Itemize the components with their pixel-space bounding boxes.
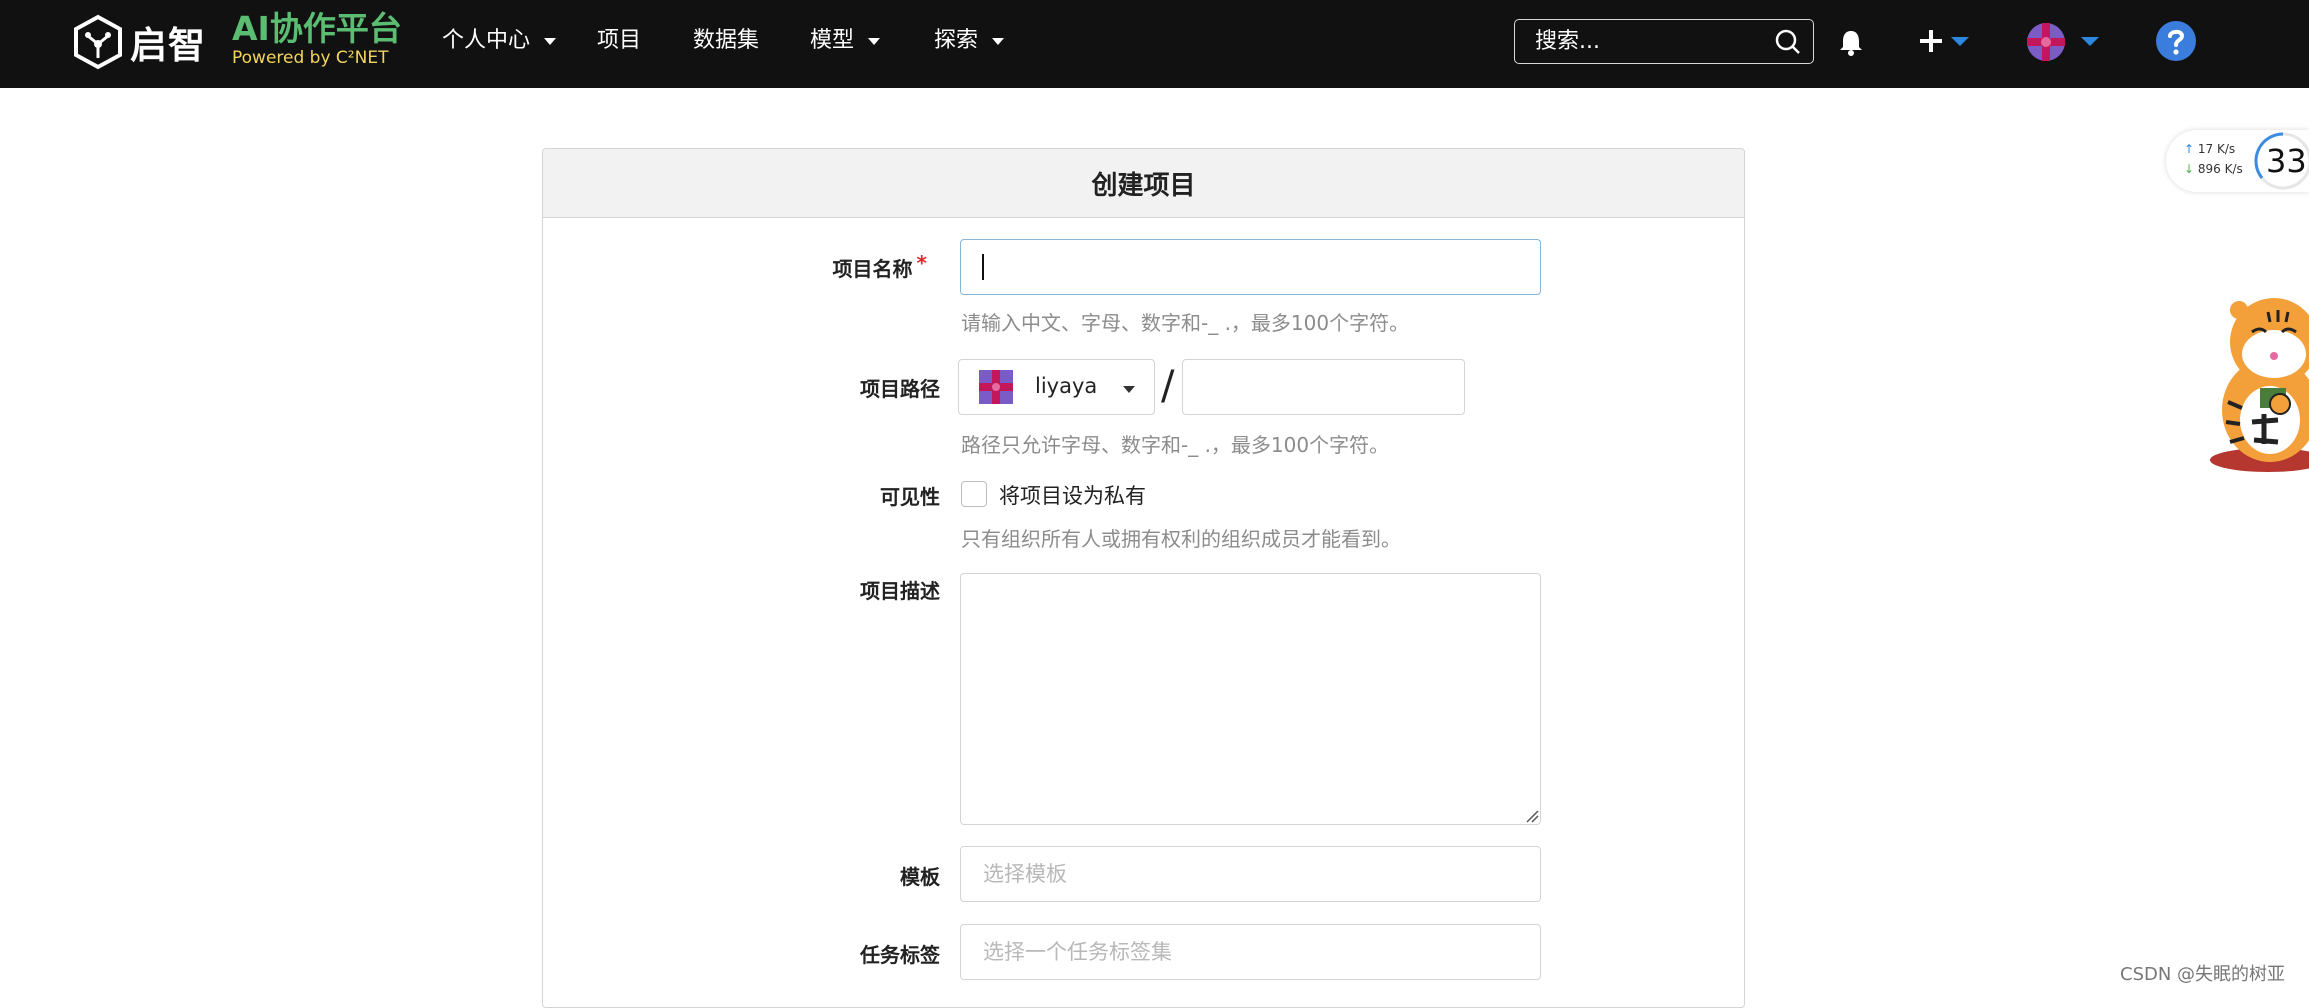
task-tags-label: 任务标签 xyxy=(860,943,940,967)
logo-icon xyxy=(74,14,122,70)
visibility-label: 可见性 xyxy=(880,485,940,509)
search-input[interactable] xyxy=(1515,20,1765,63)
project-path-input[interactable] xyxy=(1182,359,1465,415)
project-path-label: 项目路径 xyxy=(860,377,940,401)
project-name-help: 请输入中文、字母、数字和-_ .，最多100个字符。 xyxy=(961,311,1410,335)
resize-handle-icon[interactable] xyxy=(1525,809,1539,823)
nav-personal-center[interactable]: 个人中心 xyxy=(442,26,557,56)
avatar[interactable] xyxy=(2027,23,2065,61)
required-mark: * xyxy=(916,251,927,275)
nav-explore-label: 探索 xyxy=(934,28,979,53)
project-path-help: 路径只允许字母、数字和-_ .，最多100个字符。 xyxy=(961,433,1390,457)
description-label: 项目描述 xyxy=(860,579,940,603)
brand-subtitle: Powered by C²NET xyxy=(232,48,389,68)
bell-icon[interactable] xyxy=(1838,28,1864,56)
nav-projects-label: 项目 xyxy=(597,28,642,53)
arrow-up-icon: ↑ xyxy=(2184,142,2195,156)
nav-datasets-label: 数据集 xyxy=(693,28,760,53)
create-project-form: 创建项目 项目名称 * 请输入中文、字母、数字和-_ .，最多100个字符。 项目… xyxy=(542,148,1745,1008)
chevron-down-icon xyxy=(544,37,557,45)
private-checkbox[interactable] xyxy=(961,481,987,507)
create-menu-chevron-icon[interactable] xyxy=(1951,37,1969,46)
brand: AI协作平台 Powered by C²NET xyxy=(232,9,412,69)
project-name-input[interactable] xyxy=(960,239,1541,295)
search-icon[interactable] xyxy=(1775,29,1801,55)
nav-personal-center-label: 个人中心 xyxy=(442,28,531,53)
plus-icon[interactable] xyxy=(1918,27,1944,55)
template-select[interactable] xyxy=(960,846,1541,902)
watermark: CSDN @失眠的树亚 xyxy=(2120,964,2286,985)
arrow-down-icon: ↓ xyxy=(2184,162,2195,176)
owner-name: liyaya xyxy=(1035,374,1098,398)
nav-explore[interactable]: 探索 xyxy=(934,26,1005,56)
nav-models-label: 模型 xyxy=(810,28,855,53)
upload-speed-value: 17 K/s xyxy=(2197,142,2236,156)
chevron-down-icon xyxy=(868,37,881,45)
top-navbar: 启智 AI协作平台 Powered by C²NET 个人中心 项目 数据集 模… xyxy=(0,0,2309,88)
template-label: 模板 xyxy=(900,865,940,889)
tiger-mascot-icon xyxy=(2210,298,2309,472)
task-tags-select[interactable] xyxy=(960,924,1541,980)
form-title: 创建项目 xyxy=(543,149,1744,218)
path-separator: / xyxy=(1161,363,1175,409)
nav-models[interactable]: 模型 xyxy=(810,26,881,56)
logo-text: 启智 xyxy=(130,24,206,67)
nav-projects[interactable]: 项目 xyxy=(597,26,641,56)
network-speed-widget[interactable]: ↑ 17 K/s ↓ 896 K/s 33 xyxy=(2166,130,2309,192)
description-textarea[interactable] xyxy=(960,573,1541,825)
download-speed-value: 896 K/s xyxy=(2197,162,2243,176)
owner-select[interactable]: liyaya xyxy=(958,359,1155,415)
memory-percent: 33 xyxy=(2266,142,2307,180)
chevron-down-icon xyxy=(1123,386,1135,393)
text-cursor xyxy=(982,254,984,280)
upload-speed: ↑ 17 K/s xyxy=(2184,142,2235,156)
private-checkbox-label[interactable]: 将项目设为私有 xyxy=(999,480,1146,510)
visibility-help: 只有组织所有人或拥有权利的组织成员才能看到。 xyxy=(961,527,1401,551)
user-menu-chevron-icon[interactable] xyxy=(2081,37,2099,46)
home-logo[interactable]: 启智 xyxy=(72,14,207,70)
nav-datasets[interactable]: 数据集 xyxy=(693,26,759,56)
download-speed: ↓ 896 K/s xyxy=(2184,162,2243,176)
brand-title: AI协作平台 xyxy=(232,9,402,48)
chevron-down-icon xyxy=(992,37,1005,45)
owner-avatar xyxy=(979,370,1013,404)
search-box xyxy=(1514,19,1814,64)
project-name-label-text: 项目名称 xyxy=(832,257,913,281)
help-icon[interactable] xyxy=(2156,21,2196,61)
project-name-label: 项目名称 * xyxy=(727,251,927,282)
